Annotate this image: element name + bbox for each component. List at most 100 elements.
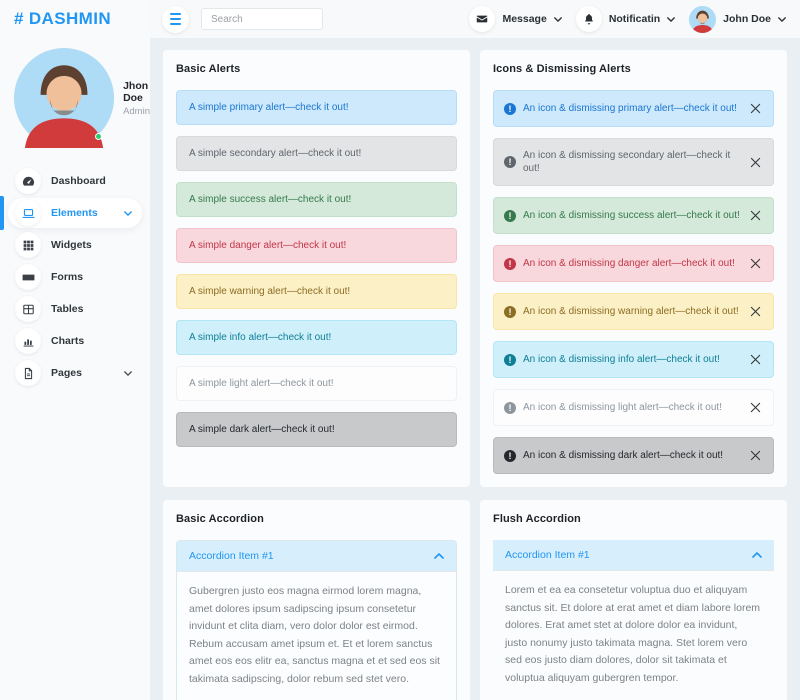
close-icon[interactable] [748,256,763,271]
alert-text: An icon & dismissing light alert—check i… [523,401,741,414]
brand-logo[interactable]: # DASHMIN [0,0,150,38]
alert-text: A simple info alert—check it out! [189,332,331,343]
alert-primary: A simple primary alert—check it out! [176,90,457,125]
accordion-header[interactable]: Accordion Item #1 [493,540,774,570]
main-content: Basic Alerts A simple primary alert—chec… [150,38,800,700]
accordion-body: Lorem et ea ea consetetur voluptua duo e… [493,570,774,700]
sidebar-item-charts[interactable]: Charts [8,326,142,356]
flush-accordion-card: Flush Accordion Accordion Item #1 Lorem … [480,500,787,700]
accordion-body: Gubergren justo eos magna eirmod lorem m… [177,571,456,700]
dismissing-alert-secondary: An icon & dismissing secondary alert—che… [493,138,774,186]
alert-info: A simple info alert—check it out! [176,320,457,355]
exclamation-circle-icon [504,258,516,270]
sidebar-nav: Dashboard Elements Widgets Forms [0,166,150,388]
tachometer-icon [15,168,41,194]
message-label: Message [502,13,546,25]
sidebar-item-forms[interactable]: Forms [8,262,142,292]
dismissing-alert-light: An icon & dismissing light alert—check i… [493,389,774,426]
close-icon[interactable] [748,101,763,116]
dismissing-alert-danger: An icon & dismissing danger alert—check … [493,245,774,282]
alert-warning: A simple warning alert—check it out! [176,274,457,309]
dismissing-alert-warning: An icon & dismissing warning alert—check… [493,293,774,330]
exclamation-circle-icon [504,103,516,115]
topbar: Message Notificatin [150,0,800,38]
chevron-down-icon [124,211,132,216]
exclamation-circle-icon [504,450,516,462]
card-title: Basic Accordion [176,513,457,525]
alert-text: A simple primary alert—check it out! [189,102,349,113]
alert-text: A simple success alert—check it out! [189,194,351,205]
brand-hash-icon: # [14,9,24,29]
message-dropdown[interactable]: Message [469,6,561,32]
sidebar-item-label: Widgets [51,239,92,251]
laptop-icon [15,200,41,226]
sidebar: # DASHMIN Jhon Doe Admin [0,0,150,700]
card-title: Basic Alerts [176,63,457,75]
sidebar-item-tables[interactable]: Tables [8,294,142,324]
sidebar-item-label: Forms [51,271,83,283]
accordion-header[interactable]: Accordion Item #1 [177,541,456,571]
profile-dropdown[interactable]: John Doe [689,6,786,33]
chevron-down-icon [778,17,786,22]
alert-text: An icon & dismissing success alert—check… [523,209,741,222]
alert-text: A simple light alert—check it out! [189,378,334,389]
alert-dark: A simple dark alert—check it out! [176,412,457,447]
close-icon[interactable] [748,304,763,319]
chevron-up-icon [434,553,444,559]
notification-label: Notificatin [609,13,660,25]
active-indicator-bar [0,196,4,230]
alert-text: A simple secondary alert—check it out! [189,148,361,159]
search-input[interactable] [201,8,323,30]
basic-alerts-card: Basic Alerts A simple primary alert—chec… [163,50,470,487]
topbar-avatar [689,6,716,33]
notification-dropdown[interactable]: Notificatin [576,6,675,32]
grid-icon [15,232,41,258]
sidebar-item-dashboard[interactable]: Dashboard [8,166,142,196]
alert-text: An icon & dismissing dark alert—check it… [523,449,741,462]
close-icon[interactable] [748,400,763,415]
keyboard-icon [15,264,41,290]
alert-text: An icon & dismissing warning alert—check… [523,305,741,318]
basic-accordion-card: Basic Accordion Accordion Item #1 Guberg… [163,500,470,700]
sidebar-item-widgets[interactable]: Widgets [8,230,142,260]
exclamation-circle-icon [504,402,516,414]
bar-chart-icon [15,328,41,354]
alert-text: An icon & dismissing danger alert—check … [523,257,741,270]
chevron-down-icon [124,371,132,376]
accordion-item-1: Accordion Item #1 Gubergren justo eos ma… [177,541,456,700]
sidebar-item-elements[interactable]: Elements [8,198,142,228]
accordion-label: Accordion Item #1 [505,549,590,561]
menu-toggle-button[interactable] [162,6,189,33]
close-icon[interactable] [748,208,763,223]
accordion-label: Accordion Item #1 [189,550,274,562]
close-icon[interactable] [748,155,763,170]
alert-text: A simple warning alert—check it out! [189,286,350,297]
alert-text: A simple danger alert—check it out! [189,240,346,251]
dismissing-alert-primary: An icon & dismissing primary alert—check… [493,90,774,127]
close-icon[interactable] [748,448,763,463]
alert-secondary: A simple secondary alert—check it out! [176,136,457,171]
sidebar-item-pages[interactable]: Pages [8,358,142,388]
chevron-down-icon [667,17,675,22]
dismissing-alert-success: An icon & dismissing success alert—check… [493,197,774,234]
profile-name: John Doe [723,13,771,25]
brand-name: DASHMIN [29,9,111,29]
table-icon [15,296,41,322]
basic-accordion: Accordion Item #1 Gubergren justo eos ma… [176,540,457,700]
exclamation-circle-icon [504,354,516,366]
file-icon [15,360,41,386]
sidebar-item-label: Pages [51,367,82,379]
alert-text: An icon & dismissing primary alert—check… [523,102,741,115]
alert-success: A simple success alert—check it out! [176,182,457,217]
close-icon[interactable] [748,352,763,367]
accordion-item-1: Accordion Item #1 Lorem et ea ea consete… [493,540,774,700]
sidebar-item-label: Elements [51,207,98,219]
chevron-down-icon [554,17,562,22]
sidebar-item-label: Dashboard [51,175,106,187]
card-title: Flush Accordion [493,513,774,525]
user-role: Admin [123,106,150,117]
sidebar-user-profile[interactable]: Jhon Doe Admin [0,38,150,158]
alert-text: An icon & dismissing info alert—check it… [523,353,741,366]
chevron-up-icon [752,552,762,558]
alert-danger: A simple danger alert—check it out! [176,228,457,263]
